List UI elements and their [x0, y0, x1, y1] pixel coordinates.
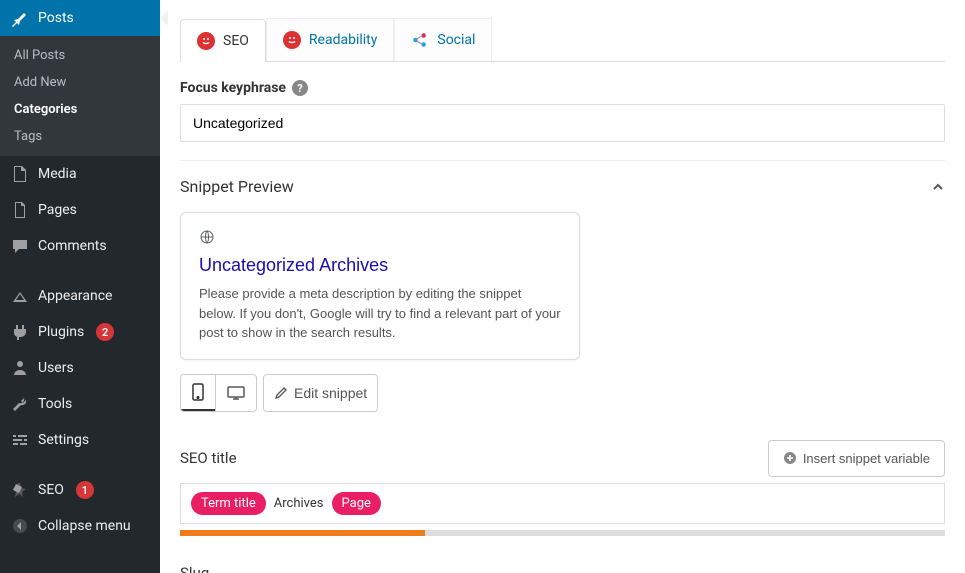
seo-title-progress: [180, 530, 945, 536]
seo-title-header: SEO title Insert snippet variable: [180, 440, 945, 477]
settings-icon: [10, 430, 30, 450]
focus-keyphrase-section: Focus keyphrase ?: [180, 62, 945, 160]
device-toggle: [180, 374, 257, 412]
share-icon: [411, 31, 429, 49]
seo-badge: 1: [76, 481, 94, 499]
sidebar-item-comments[interactable]: Comments: [0, 228, 160, 264]
sad-face-icon: [283, 31, 301, 49]
sidebar-label: Collapse menu: [38, 518, 131, 534]
plugins-icon: [10, 322, 30, 342]
media-icon: [10, 164, 30, 184]
pages-icon: [10, 200, 30, 220]
insert-label: Insert snippet variable: [803, 451, 930, 466]
snippet-preview-title: Snippet Preview: [180, 177, 294, 196]
edit-snippet-label: Edit snippet: [294, 385, 367, 401]
progress-fill: [180, 530, 425, 536]
help-icon[interactable]: ?: [292, 80, 308, 96]
tools-icon: [10, 394, 30, 414]
mobile-view-button[interactable]: [181, 375, 215, 411]
seo-title-label: SEO title: [180, 449, 237, 467]
sidebar-label: Posts: [38, 10, 74, 26]
sidebar-label: Media: [38, 166, 77, 182]
sidebar-label: Tools: [38, 396, 72, 412]
tab-seo[interactable]: SEO: [180, 19, 266, 62]
tab-social[interactable]: Social: [394, 18, 492, 61]
sidebar-label: Plugins: [38, 324, 84, 340]
sidebar-item-media[interactable]: Media: [0, 156, 160, 192]
focus-keyphrase-input[interactable]: [180, 104, 945, 142]
variable-pill-page[interactable]: Page: [332, 492, 381, 515]
sidebar-label: Settings: [38, 432, 89, 448]
snippet-toolbar: Edit snippet: [180, 374, 945, 412]
sidebar-subitem-categories[interactable]: Categories: [0, 96, 160, 123]
sidebar-item-pages[interactable]: Pages: [0, 192, 160, 228]
globe-icon: [199, 229, 215, 245]
tab-label: Readability: [309, 32, 377, 48]
sidebar-item-plugins[interactable]: Plugins 2: [0, 314, 160, 350]
edit-snippet-button[interactable]: Edit snippet: [264, 375, 377, 411]
seo-title-field[interactable]: Term title Archives Page: [180, 483, 945, 524]
sidebar-subitems-posts: All Posts Add New Categories Tags: [0, 36, 160, 156]
tab-readability[interactable]: Readability: [266, 18, 394, 61]
sidebar-item-collapse[interactable]: Collapse menu: [0, 508, 160, 544]
sidebar-item-tools[interactable]: Tools: [0, 386, 160, 422]
sidebar-subitem-tags[interactable]: Tags: [0, 123, 160, 150]
sidebar-label: Pages: [38, 202, 77, 218]
variable-pill-term-title[interactable]: Term title: [191, 492, 266, 515]
plugins-badge: 2: [96, 323, 114, 341]
focus-keyphrase-label: Focus keyphrase: [180, 80, 286, 96]
sidebar-label: Users: [38, 360, 74, 376]
sidebar-item-settings[interactable]: Settings: [0, 422, 160, 458]
tab-label: SEO: [223, 33, 249, 49]
collapse-icon: [10, 516, 30, 536]
sidebar-subitem-all-posts[interactable]: All Posts: [0, 42, 160, 69]
edit-snippet-group: Edit snippet: [263, 374, 378, 412]
slug-label: Slug: [180, 564, 209, 573]
tab-label: Social: [437, 32, 475, 48]
main-content: SEO Readability Social Focus keyphrase ?…: [160, 0, 965, 573]
snippet-title: Uncategorized Archives: [199, 255, 561, 276]
comments-icon: [10, 236, 30, 256]
seo-title-text: Archives: [274, 496, 324, 511]
users-icon: [10, 358, 30, 378]
sidebar-item-users[interactable]: Users: [0, 350, 160, 386]
insert-snippet-variable-button[interactable]: Insert snippet variable: [768, 440, 945, 477]
sidebar-subitem-add-new[interactable]: Add New: [0, 69, 160, 96]
snippet-preview-header[interactable]: Snippet Preview: [180, 160, 945, 212]
appearance-icon: [10, 286, 30, 306]
sidebar-label: Comments: [38, 238, 107, 254]
snippet-description: Please provide a meta description by edi…: [199, 284, 561, 343]
sidebar-item-seo[interactable]: SEO 1: [0, 472, 160, 508]
seo-tabs: SEO Readability Social: [180, 18, 945, 62]
snippet-preview-card: Uncategorized Archives Please provide a …: [180, 212, 580, 360]
admin-sidebar: Posts All Posts Add New Categories Tags …: [0, 0, 160, 573]
sidebar-item-appearance[interactable]: Appearance: [0, 278, 160, 314]
chevron-up-icon: [931, 180, 945, 194]
desktop-view-button[interactable]: [215, 375, 256, 411]
sidebar-label: Appearance: [38, 288, 112, 304]
sad-face-icon: [197, 32, 215, 50]
sidebar-label: SEO: [38, 482, 64, 498]
seo-icon: [10, 480, 30, 500]
pin-icon: [10, 8, 30, 28]
sidebar-item-posts[interactable]: Posts: [0, 0, 160, 36]
